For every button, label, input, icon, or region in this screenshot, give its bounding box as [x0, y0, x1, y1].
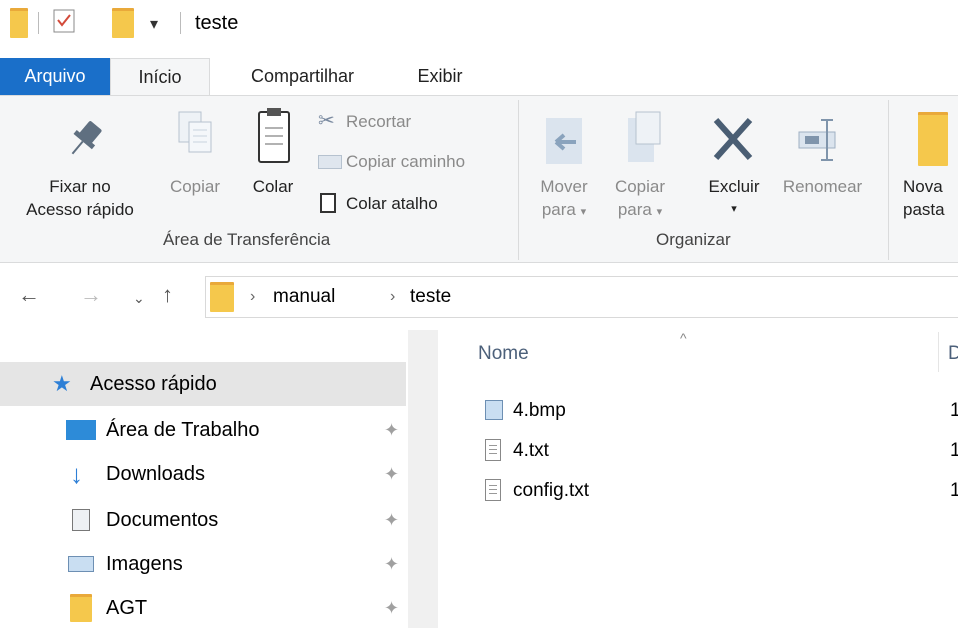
tab-exibir[interactable]: Exibir [400, 58, 480, 96]
desktop-icon [66, 420, 96, 440]
nav-item-agt[interactable]: AGT ✦ [0, 586, 406, 630]
window-title: teste [195, 12, 239, 34]
new-folder-icon [918, 112, 948, 166]
properties-icon[interactable] [52, 8, 78, 36]
bitmap-icon [485, 400, 503, 420]
pinned-icon: ✦ [384, 420, 400, 440]
file-name: 4.txt [513, 440, 549, 461]
pin-label-line2: Acesso rápido [26, 200, 134, 219]
breadcrumb-separator-2: › [390, 288, 396, 305]
folder-icon [70, 594, 92, 622]
nav-item-quick-access[interactable]: ★ Acesso rápido [0, 362, 406, 406]
organize-group-label: Organizar [656, 230, 731, 249]
copy-to-button[interactable]: Copiar para ▾ [605, 175, 675, 224]
rename-button[interactable]: Renomear [775, 175, 870, 198]
ribbon-separator-2 [888, 100, 889, 260]
copy-path-button[interactable]: Copiar caminho [346, 150, 465, 173]
column-header-name[interactable]: Nome [478, 343, 529, 365]
pictures-icon [68, 556, 94, 572]
delete-dropdown-icon: ▾ [731, 203, 737, 215]
file-row[interactable]: 4.txt [485, 436, 685, 466]
new-folder-button[interactable]: Nova pasta [903, 175, 958, 221]
breadcrumb-manual[interactable]: manual [273, 286, 335, 308]
title-separator [180, 12, 181, 34]
folder-icon [10, 8, 28, 38]
breadcrumb-separator: › [250, 288, 256, 305]
nav-item-downloads[interactable]: ↓ Downloads ✦ [0, 452, 406, 496]
pinned-icon: ✦ [384, 554, 400, 574]
move-label-line1: Mover [540, 177, 588, 196]
nav-item-label: AGT [106, 597, 148, 619]
pinned-icon: ✦ [384, 464, 400, 484]
nav-item-label: Imagens [106, 553, 183, 575]
delete-label: Excluir [708, 177, 760, 196]
pin-icon [62, 115, 106, 165]
file-name: config.txt [513, 480, 590, 501]
star-icon: ★ [52, 371, 72, 396]
nav-item-pictures[interactable]: Imagens ✦ [0, 542, 406, 586]
file-date: 1 [950, 400, 958, 421]
up-button[interactable]: ↑ [162, 282, 173, 308]
copy-to-label-line1: Copiar [614, 177, 666, 196]
tab-compartilhar[interactable]: Compartilhar [225, 58, 380, 96]
copy-to-label-line2: para [617, 200, 652, 219]
file-date: 1 [950, 440, 958, 461]
scissors-icon: ✂ [318, 110, 335, 132]
delete-icon [708, 112, 758, 168]
clipboard-group-label: Área de Transferência [163, 230, 331, 249]
file-name: 4.bmp [513, 400, 566, 421]
text-file-icon [485, 479, 501, 501]
recent-locations-icon[interactable]: ⌄ [133, 290, 145, 307]
file-row[interactable]: config.txt [485, 476, 685, 506]
pin-label-line1: Fixar no [49, 177, 111, 196]
sort-ascending-icon: ^ [680, 330, 687, 346]
nav-item-label: Acesso rápido [90, 373, 217, 395]
customize-qat-icon[interactable]: ▾ [150, 14, 158, 34]
column-header-date[interactable]: D [948, 343, 958, 365]
forward-button[interactable]: → [80, 282, 102, 308]
back-button[interactable]: ← [18, 282, 40, 308]
nav-item-label: Documentos [106, 509, 219, 531]
move-label-line2: para [541, 200, 576, 219]
cut-button[interactable]: Recortar [346, 110, 411, 133]
rename-icon [795, 112, 845, 168]
paste-button[interactable]: Colar [243, 175, 303, 198]
nav-item-desktop[interactable]: Área de Trabalho ✦ [0, 408, 406, 452]
title-bar [0, 0, 958, 58]
new-folder-label-line1: Nova [903, 177, 943, 196]
ribbon-separator [518, 100, 519, 260]
column-divider[interactable] [938, 332, 939, 372]
address-folder-icon [210, 282, 234, 312]
tab-inicio[interactable]: Início [110, 58, 210, 96]
copy-path-icon [318, 155, 342, 169]
nav-scrollbar[interactable] [408, 330, 438, 628]
copy-to-dropdown-icon: ▾ [656, 206, 663, 218]
pinned-icon: ✦ [384, 598, 400, 618]
file-date: 1 [950, 480, 958, 501]
move-to-icon [542, 112, 586, 168]
pin-quick-access-button[interactable]: Fixar no Acesso rápido [10, 175, 150, 221]
copy-icon [175, 108, 215, 168]
new-folder-label-line2: pasta [903, 200, 945, 219]
breadcrumb-teste[interactable]: teste [410, 286, 451, 308]
file-row[interactable]: 4.bmp [485, 396, 685, 426]
nav-item-label: Área de Trabalho [106, 419, 260, 441]
tab-arquivo[interactable]: Arquivo [0, 58, 110, 96]
paste-shortcut-icon [320, 193, 336, 213]
move-to-button[interactable]: Mover para ▾ [530, 175, 598, 224]
nav-item-label: Downloads [106, 463, 205, 485]
new-folder-qat-icon[interactable] [112, 8, 134, 38]
download-arrow-icon: ↓ [70, 459, 83, 489]
copy-to-icon [622, 108, 666, 168]
text-file-icon [485, 439, 501, 461]
paste-icon [255, 106, 295, 168]
move-dropdown-icon: ▾ [580, 206, 587, 218]
documents-icon [72, 509, 90, 531]
delete-button[interactable]: Excluir ▾ [698, 175, 770, 221]
qat-separator [38, 12, 39, 34]
nav-item-documents[interactable]: Documentos ✦ [0, 498, 406, 542]
paste-shortcut-button[interactable]: Colar atalho [346, 192, 438, 215]
copy-button[interactable]: Copiar [160, 175, 230, 198]
pinned-icon: ✦ [384, 510, 400, 530]
